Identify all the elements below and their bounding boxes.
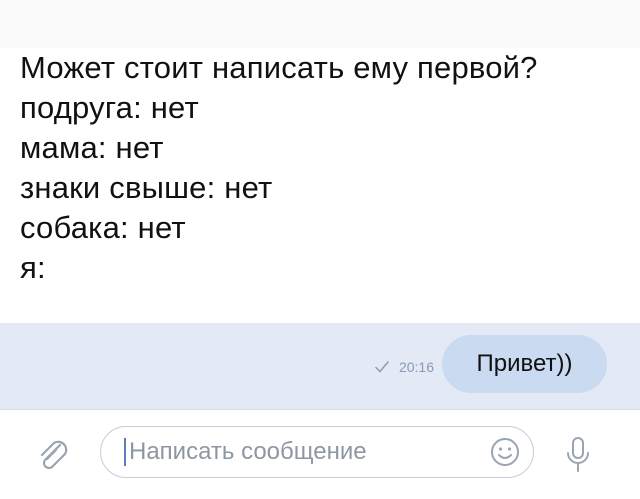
message-time: 20:16: [398, 359, 434, 375]
text-caret: [124, 438, 126, 466]
meme-line-dog: собака: нет: [20, 210, 186, 245]
top-strip: [0, 0, 640, 48]
message-input[interactable]: Написать сообщение: [100, 426, 534, 478]
meme-line-me: я:: [20, 250, 46, 285]
check-icon: [375, 360, 389, 374]
meme-line-question: Может стоит написать ему первой?: [20, 50, 538, 85]
message-input-placeholder: Написать сообщение: [129, 438, 367, 465]
outgoing-message-bubble[interactable]: Привет)): [442, 335, 607, 393]
microphone-button[interactable]: [558, 434, 598, 478]
chat-area: 20:16 Привет)): [0, 323, 640, 409]
meme-line-signs: знаки свыше: нет: [20, 170, 273, 205]
emoji-button[interactable]: [489, 436, 521, 468]
message-composer: Написать сообщение: [0, 410, 640, 499]
meme-caption: Может стоит написать ему первой? подруга…: [20, 48, 630, 288]
message-text: Привет)): [476, 350, 573, 377]
paperclip-icon: [34, 436, 74, 476]
meme-line-friend: подруга: нет: [20, 90, 199, 125]
message-meta: 20:16: [375, 359, 434, 375]
smiley-icon: [489, 436, 521, 468]
meme-line-mom: мама: нет: [20, 130, 164, 165]
attach-button[interactable]: [32, 434, 76, 478]
microphone-icon: [563, 435, 593, 477]
